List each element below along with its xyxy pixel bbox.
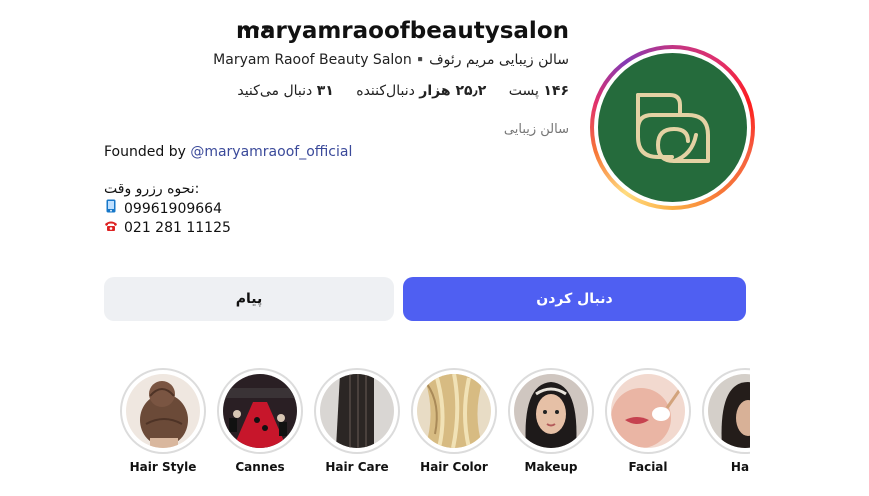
mobile-phone-icon [104, 199, 118, 219]
highlight-hair-color[interactable]: Hair Color [411, 368, 497, 474]
dark-hair-photo-icon [320, 374, 394, 448]
highlight-label: Hair Care [325, 460, 389, 474]
founder-mention-link[interactable]: @maryamraoof_official [190, 144, 352, 160]
highlight-makeup[interactable]: Makeup [508, 368, 594, 474]
profile-avatar-ring[interactable] [590, 45, 755, 210]
telephone-line: 021 281 11125 [104, 219, 352, 238]
highlight-hair-style[interactable]: Hair Style [120, 368, 206, 474]
following-stat[interactable]: ۳۱ دنبال می‌کنید [237, 83, 333, 99]
highlight-label: Hair Style [129, 460, 197, 474]
founded-prefix: Founded by [104, 144, 191, 160]
highlight-hair[interactable]: Hair [702, 368, 750, 474]
following-label: دنبال می‌کنید [237, 83, 313, 99]
profile-bio: Founded by @maryamraoof_official نحوه رز… [104, 143, 352, 238]
highlight-hair-care[interactable]: Hair Care [314, 368, 400, 474]
posts-count: ۱۴۶ [543, 83, 569, 99]
highlight-label: Makeup [524, 460, 578, 474]
highlight-facial[interactable]: Facial [605, 368, 691, 474]
profile-username: maryamraoofbeautysalon [236, 18, 569, 44]
followers-label: دنبال‌کننده [356, 83, 415, 99]
mobile-number[interactable]: 09961909664 [124, 201, 222, 217]
hair-bun-photo-icon [126, 374, 200, 448]
blonde-hair-photo-icon [417, 374, 491, 448]
hair-photo-icon [708, 374, 750, 448]
profile-full-name: سالن زیبایی مریم رئوف▪️Maryam Raoof Beau… [213, 52, 569, 68]
followers-stat[interactable]: ۲۵٫۲ هزار دنبال‌کننده [356, 83, 486, 99]
following-count: ۳۱ [316, 83, 334, 99]
highlight-label: Hair Color [420, 460, 488, 474]
profile-category: سالن زیبایی [503, 122, 569, 137]
highlight-cannes[interactable]: Cannes [217, 368, 303, 474]
posts-stat[interactable]: ۱۴۶ پست [509, 83, 569, 99]
telephone-icon [104, 219, 118, 238]
profile-stats: ۱۴۶ پست ۲۵٫۲ هزار دنبال‌کننده ۳۱ دنبال م… [219, 83, 569, 99]
highlight-label: Facial [628, 460, 668, 474]
message-button[interactable]: پیام [104, 277, 394, 321]
story-highlights: Hair Style Cannes Hair Care Hair Color M… [120, 368, 750, 496]
mobile-line: 09961909664 [104, 199, 352, 219]
salon-logo-icon [635, 92, 710, 163]
booking-title: نحوه رزرو وقت: [104, 181, 200, 197]
avatar [598, 53, 747, 202]
follow-button[interactable]: دنبال کردن [403, 277, 746, 321]
posts-label: پست [508, 83, 539, 99]
founded-line: Founded by @maryamraoof_official [104, 143, 352, 162]
makeup-model-photo-icon [514, 374, 588, 448]
highlight-label: Hair [730, 460, 750, 474]
followers-count: ۲۵٫۲ هزار [419, 83, 487, 99]
red-carpet-photo-icon [223, 374, 297, 448]
facial-treatment-photo-icon [611, 374, 685, 448]
highlight-label: Cannes [235, 460, 285, 474]
telephone-number[interactable]: 021 281 11125 [124, 220, 231, 236]
